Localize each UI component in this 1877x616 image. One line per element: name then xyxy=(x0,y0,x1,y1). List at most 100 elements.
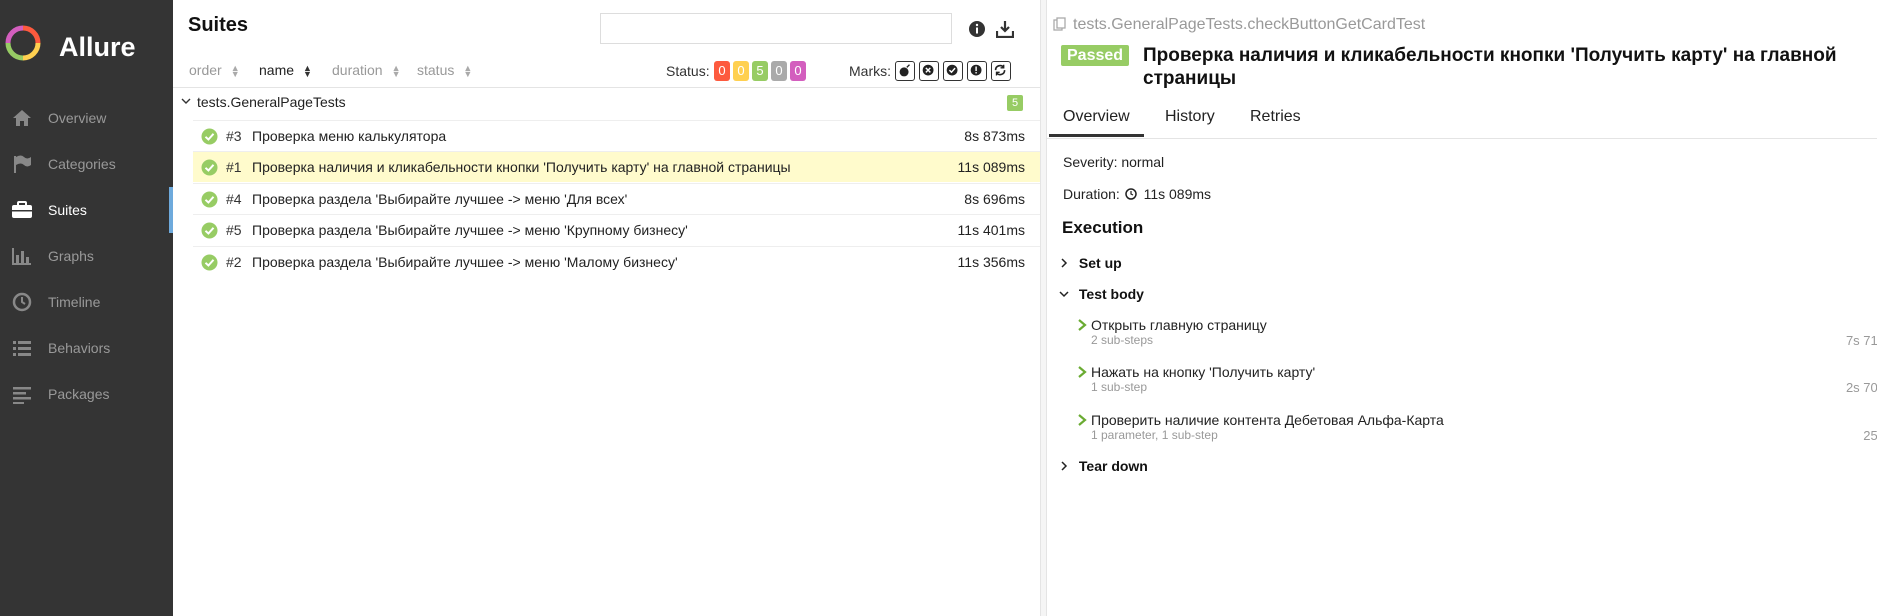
step-name: Проверить наличие контента Дебетовая Аль… xyxy=(1091,412,1444,428)
sidebar-item-suites[interactable]: Suites xyxy=(0,187,173,233)
sidebar-item-packages[interactable]: Packages xyxy=(0,371,173,417)
mark-new-broken-button[interactable] xyxy=(967,61,987,81)
sort-arrows-icon: ▲ ▼ xyxy=(303,63,312,80)
chevron-right-icon xyxy=(1078,414,1087,426)
sidebar-item-label: Overview xyxy=(48,110,107,126)
marks-filter-label: Marks: xyxy=(849,63,891,79)
align-left-icon xyxy=(13,387,31,404)
clock-icon xyxy=(12,292,32,312)
status-unknown-badge[interactable]: 0 xyxy=(790,61,806,81)
status-skipped-badge[interactable]: 0 xyxy=(771,61,787,81)
sidebar-item-behaviors[interactable]: Behaviors xyxy=(0,325,173,371)
mark-flaky-button[interactable] xyxy=(895,61,915,81)
search-input[interactable] xyxy=(600,13,952,44)
status-badge: Passed xyxy=(1061,45,1130,66)
chevron-right-icon xyxy=(1078,319,1087,331)
step-row[interactable]: Нажать на кнопку 'Получить карту' 1 sub-… xyxy=(1077,364,1877,400)
tab-history[interactable]: History xyxy=(1165,108,1215,126)
sidebar-item-label: Suites xyxy=(48,202,87,218)
bar-chart-icon xyxy=(12,248,31,265)
passed-check-icon xyxy=(201,159,218,176)
details-tabs: Overview History Retries xyxy=(1047,101,1877,139)
list-icon xyxy=(13,341,31,356)
sidebar-item-timeline[interactable]: Timeline xyxy=(0,279,173,325)
mark-retries-button[interactable] xyxy=(991,61,1011,81)
step-duration: 256 xyxy=(1863,428,1877,443)
info-icon[interactable] xyxy=(968,20,986,38)
briefcase-icon xyxy=(12,201,32,218)
sort-name[interactable]: name ▲ ▼ xyxy=(259,62,312,80)
sort-arrows-icon: ▲ ▼ xyxy=(230,63,240,80)
pane-splitter-handle[interactable] xyxy=(1040,0,1047,616)
sort-status-label: status xyxy=(417,62,455,78)
test-row[interactable]: #5 Проверка раздела 'Выбирайте лучшее ->… xyxy=(193,214,1040,245)
execution-title: Execution xyxy=(1062,218,1144,237)
test-row[interactable]: #3 Проверка меню калькулятора 8s 873ms xyxy=(193,120,1040,151)
status-filter-label: Status: xyxy=(666,63,710,79)
duration-value: 11s 089ms xyxy=(1143,186,1212,202)
sort-order[interactable]: order ▲ ▼ xyxy=(189,62,240,80)
bomb-icon xyxy=(899,64,910,77)
copy-icon[interactable] xyxy=(1053,17,1067,31)
test-name: Проверка наличия и кликабельности кнопки… xyxy=(252,159,791,175)
sort-duration-label: duration xyxy=(332,62,383,78)
clock-icon xyxy=(1124,188,1137,200)
duration-line: Duration: 11s 089ms xyxy=(1063,186,1211,202)
sidebar-item-label: Packages xyxy=(48,386,110,402)
test-duration: 11s 401ms xyxy=(957,222,1025,238)
passed-check-icon xyxy=(201,222,218,239)
suite-group-count-badge: 5 xyxy=(1007,95,1023,111)
test-number: #1 xyxy=(226,159,242,175)
status-passed-badge[interactable]: 5 xyxy=(752,61,768,81)
test-row[interactable]: #4 Проверка раздела 'Выбирайте лучшее ->… xyxy=(193,183,1040,214)
status-broken-badge[interactable]: 0 xyxy=(733,61,749,81)
step-substeps: 1 parameter, 1 sub-step xyxy=(1091,428,1218,442)
step-row[interactable]: Проверить наличие контента Дебетовая Аль… xyxy=(1077,412,1877,448)
refresh-icon xyxy=(994,64,1006,76)
mark-new-failed-button[interactable] xyxy=(919,61,939,81)
download-icon[interactable] xyxy=(996,20,1014,38)
chevron-right-icon xyxy=(1061,258,1068,268)
sidebar-item-categories[interactable]: Categories xyxy=(0,141,173,187)
step-duration: 7s 715 xyxy=(1845,333,1877,348)
passed-check-icon xyxy=(201,128,218,145)
test-name: Проверка раздела 'Выбирайте лучшее -> ме… xyxy=(252,222,688,238)
passed-check-icon xyxy=(201,254,218,271)
test-name: Проверка раздела 'Выбирайте лучшее -> ме… xyxy=(252,191,628,207)
status-failed-badge[interactable]: 0 xyxy=(714,61,730,81)
duration-label: Duration: xyxy=(1063,186,1120,202)
teardown-section-toggle[interactable]: Tear down xyxy=(1059,458,1148,474)
times-circle-icon xyxy=(922,64,934,76)
tab-retries[interactable]: Retries xyxy=(1250,108,1301,126)
test-duration: 8s 696ms xyxy=(964,191,1025,207)
test-title: Проверка наличия и кликабельности кнопки… xyxy=(1143,45,1837,89)
tab-overview[interactable]: Overview xyxy=(1049,108,1144,137)
sort-name-label: name xyxy=(259,62,295,78)
chevron-down-icon xyxy=(181,98,191,104)
suite-group-row[interactable]: tests.GeneralPageTests 5 xyxy=(173,92,1040,116)
test-row-selected[interactable]: #1 Проверка наличия и кликабельности кно… xyxy=(193,151,1040,182)
step-row[interactable]: Открыть главную страницу 2 sub-steps 7s … xyxy=(1077,317,1877,353)
sort-bar: order ▲ ▼ name ▲ ▼ duration ▲ ▼ status ▲ ▼ Statu… xyxy=(173,60,1040,82)
test-name: Проверка меню калькулятора xyxy=(252,128,447,144)
severity-line: Severity: normal xyxy=(1063,154,1164,170)
sidebar-item-overview[interactable]: Overview xyxy=(0,95,173,141)
test-body-section-toggle[interactable]: Test body xyxy=(1059,286,1144,302)
chevron-right-icon xyxy=(1078,366,1087,378)
allure-logo-icon xyxy=(5,25,41,61)
mark-new-passed-button[interactable] xyxy=(943,61,963,81)
brand[interactable]: Allure xyxy=(0,8,173,78)
test-duration: 11s 356ms xyxy=(957,254,1025,270)
sort-status[interactable]: status ▲ ▼ xyxy=(417,62,472,79)
step-substeps: 1 sub-step xyxy=(1091,380,1148,394)
sort-order-label: order xyxy=(189,62,222,78)
test-number: #2 xyxy=(226,254,242,270)
sidebar-item-graphs[interactable]: Graphs xyxy=(0,233,173,279)
test-row[interactable]: #2 Проверка раздела 'Выбирайте лучшее ->… xyxy=(193,246,1040,277)
flag-icon xyxy=(14,155,31,173)
chevron-right-icon xyxy=(1061,461,1068,471)
sort-duration[interactable]: duration ▲ ▼ xyxy=(332,62,401,79)
setup-section-toggle[interactable]: Set up xyxy=(1059,255,1122,271)
step-duration: 2s 705 xyxy=(1845,380,1877,395)
step-name: Открыть главную страницу xyxy=(1091,317,1267,333)
